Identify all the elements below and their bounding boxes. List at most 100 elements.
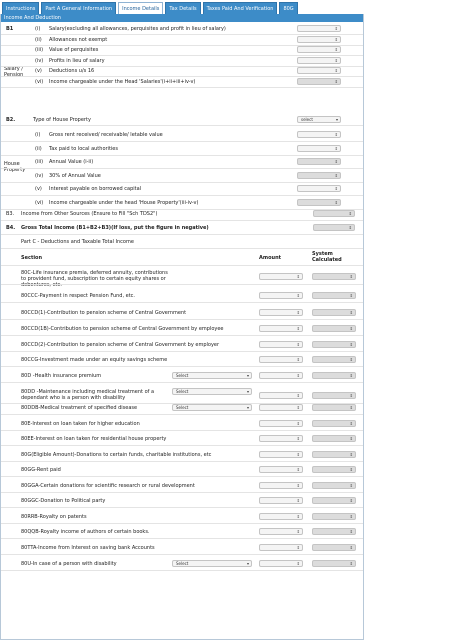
row-divider [1,265,363,266]
tab-80g[interactable]: 80G [279,2,298,14]
tab-instructions[interactable]: Instructions [2,2,40,14]
spinner-arrows-icon: ⇕ [334,57,338,63]
spinner-arrows-icon: ⇕ [349,561,353,566]
deduction-amount-input[interactable]: ⇕ [259,392,303,399]
deduction-amount-input[interactable]: ⇕ [259,273,303,280]
spinner-arrows-icon: ⇕ [349,310,353,315]
item-number: (vi) [35,199,44,206]
item-number: (i) [35,26,41,32]
spinner-arrows-icon: ⇕ [296,310,300,315]
deduction-type-select[interactable]: ▾ Select [172,404,252,411]
deduction-system-calculated: ⇕ [312,451,356,458]
row-divider [1,248,363,249]
deduction-amount-input[interactable]: ⇕ [259,482,303,489]
spinner-arrows-icon: ⇕ [296,357,300,362]
deduction-label-80ccc: 80CCC-Payment in respect Pension Fund, e… [21,293,136,299]
item-number: (i) [35,132,41,138]
select-value: Select [176,373,189,378]
spinner-arrows-icon: ⇕ [349,514,353,519]
b1-amount-input[interactable]: ⇕ [297,67,341,74]
deduction-amount-input[interactable]: ⇕ [259,513,303,520]
deduction-system-calculated: ⇕ [312,392,356,399]
tab-part-a-general-information[interactable]: Part A General Information [41,2,117,14]
deduction-system-calculated: ⇕ [312,435,356,442]
deduction-type-select[interactable]: ▾ Select [172,560,252,567]
section-header: Income And Deduction [1,14,363,22]
spinner-arrows-icon: ⇕ [349,545,353,550]
spinner-arrows-icon: ⇕ [349,405,353,410]
spinner-arrows-icon: ⇕ [334,47,338,52]
item-number: (vi) [35,78,44,85]
item-number: (iii) [35,47,44,53]
b1-amount-input[interactable]: ⇕ [297,46,341,53]
deduction-system-calculated: ⇕ [312,466,356,473]
deduction-label-80qqb: 80QQB-Royalty income of authors of certa… [21,529,150,535]
spinner-arrows-icon: ⇕ [349,357,353,362]
deduction-amount-input[interactable]: ⇕ [259,466,303,473]
income-details-panel: Income And Deduction B1 Salary / Pension(… [0,14,364,640]
deduction-amount-input[interactable]: ⇕ [259,404,303,411]
b2-item-label: 30% of Annual Value [49,172,101,179]
spinner-arrows-icon: ⇕ [349,373,353,378]
chevron-down-icon: ▾ [246,389,249,394]
row-divider [1,492,363,493]
deduction-label-80tta: 80TTA-Income from Interest on saving ban… [21,545,155,551]
deduction-amount-input[interactable]: ⇕ [259,560,303,567]
b2-amount-input[interactable]: ⇕ [297,185,341,192]
row-divider [1,351,363,352]
b2-item-label: Income chargeable under the head 'House … [49,199,199,206]
deduction-type-select[interactable]: ▾ Select [172,372,252,379]
house-property-type-select[interactable]: ▾ select [297,116,341,123]
part-c-title: Part C - Deductions and Taxable Total In… [21,239,134,245]
item-number: (v) [35,186,42,192]
deduction-amount-input[interactable]: ⇕ [259,497,303,504]
deduction-amount-input[interactable]: ⇕ [259,435,303,442]
b4-code: B4. [6,225,16,231]
deduction-type-select[interactable]: ▾ Select [172,388,252,395]
row-divider [1,461,363,462]
tab-income-details[interactable]: Income Details [118,2,164,14]
b1-amount-input[interactable]: ⇕ [297,35,341,43]
row-divider [1,366,363,367]
b2-amount-input[interactable]: ⇕ [297,131,341,138]
spinner-arrows-icon: ⇕ [296,561,300,566]
row-divider [1,284,363,285]
deduction-amount-input[interactable]: ⇕ [259,341,303,348]
row-divider [1,302,363,303]
row-divider [1,125,363,126]
row-divider [1,554,363,555]
b3-code: B3. [6,211,15,217]
deduction-amount-input[interactable]: ⇕ [259,372,303,379]
deduction-amount-input[interactable]: ⇕ [259,451,303,458]
row-divider [1,76,363,77]
deduction-amount-input[interactable]: ⇕ [259,420,303,427]
b1-amount-input[interactable]: ⇕ [297,56,341,64]
deduction-label-80gg: 80GG-Rent paid [21,467,61,473]
deduction-system-calculated: ⇕ [312,273,356,280]
deduction-amount-input[interactable]: ⇕ [259,309,303,316]
row-divider [1,220,363,221]
deduction-amount-input[interactable]: ⇕ [259,544,303,551]
row-divider [1,538,363,539]
spinner-arrows-icon: ⇕ [349,498,353,503]
deduction-amount-input[interactable]: ⇕ [259,292,303,299]
b2-amount-input[interactable]: ⇕ [297,144,341,152]
tab-taxes-paid-and-verification[interactable]: Taxes Paid And Verification [202,2,278,14]
b2-code: B2. [6,117,16,123]
spinner-arrows-icon: ⇕ [334,172,338,178]
spinner-arrows-icon: ⇕ [349,467,353,472]
b1-amount-input[interactable]: ⇕ [297,25,341,32]
item-number: (iii) [35,159,44,165]
row-divider [1,141,363,142]
tab-tax-details[interactable]: Tax Details [165,2,201,14]
deduction-amount-input[interactable]: ⇕ [259,325,303,332]
b1-item-label: Deductions u/s 16 [49,68,95,74]
spinner-arrows-icon: ⇕ [349,452,353,457]
deduction-amount-input[interactable]: ⇕ [259,356,303,363]
row-divider [1,195,363,196]
b2-amount-input: ⇕ [297,158,341,165]
deduction-amount-input[interactable]: ⇕ [259,528,303,535]
spinner-arrows-icon: ⇕ [349,529,353,534]
spinner-arrows-icon: ⇕ [349,393,353,398]
item-number: (iv) [35,57,44,64]
